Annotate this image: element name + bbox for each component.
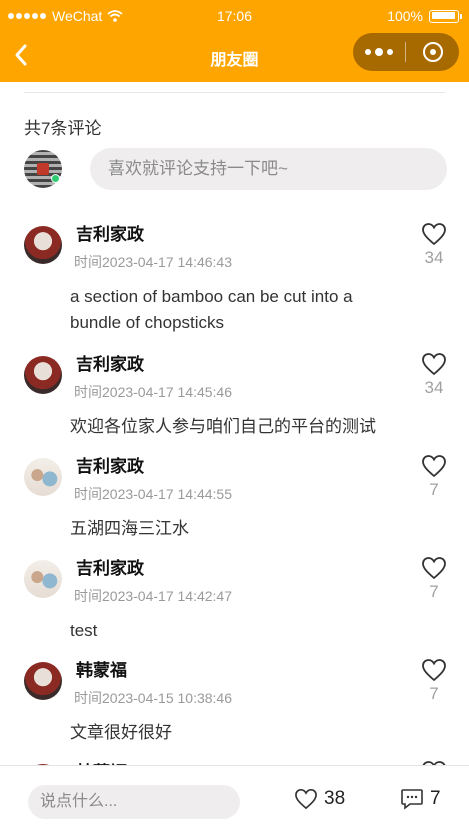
divider xyxy=(24,92,445,93)
avatar[interactable] xyxy=(24,226,62,264)
commenter-name: 韩蒙福 xyxy=(76,661,127,680)
like-count: 38 xyxy=(324,788,346,809)
comment-like-count: 7 xyxy=(429,480,439,499)
more-dot-icon xyxy=(365,49,371,55)
commenter-name: 韩蒙福 xyxy=(76,758,127,765)
comment-text: 文章很好很好 xyxy=(70,723,172,742)
comment-item: 韩蒙福时间2023-04-15 10:38:46 7 文章很好很好 xyxy=(0,646,469,748)
heart-icon xyxy=(295,789,317,810)
more-dot-icon xyxy=(375,48,383,56)
battery-percent: 100% xyxy=(387,8,423,24)
comment-list: 吉利家政 时间2023-04-17 14:46:43 34 a section of … xyxy=(0,210,469,765)
comment-icon xyxy=(401,789,423,810)
commenter-name: 吉利家政 xyxy=(76,457,144,476)
commenter-name: 吉利家政 xyxy=(76,355,144,374)
battery-icon xyxy=(429,9,462,23)
online-badge xyxy=(51,174,60,183)
more-button[interactable] xyxy=(353,33,405,71)
comment-count-label: 共7条评论 xyxy=(24,119,102,138)
comment-time: 时间2023-04-17 14:42:47 xyxy=(74,588,232,604)
comment-text: 欢迎各位家人参与咱们自己的平台的测试 xyxy=(70,417,376,436)
heart-icon xyxy=(422,557,446,580)
comment-like-button[interactable]: 7 xyxy=(421,658,447,704)
avatar[interactable] xyxy=(24,356,62,394)
comment-text: test xyxy=(70,621,98,640)
comment-time: 时间2023-04-15 10:38:46 xyxy=(74,690,232,706)
comment-item: 韩蒙福 xyxy=(0,748,469,765)
comment-time: 时间2023-04-17 14:46:43 xyxy=(74,254,232,270)
heart-icon xyxy=(422,353,446,376)
comment-like-count: 7 xyxy=(429,582,439,601)
heart-icon xyxy=(422,659,446,682)
heart-icon xyxy=(422,223,446,246)
avatar[interactable] xyxy=(24,560,62,598)
comment-time: 时间2023-04-17 14:45:46 xyxy=(74,384,232,400)
like-button[interactable]: 38 xyxy=(294,788,345,810)
comment-like-count: 7 xyxy=(429,684,439,703)
comment-item: 吉利家政时间2023-04-17 14:42:47 7 test xyxy=(0,544,469,646)
comment-like-button[interactable]: 7 xyxy=(421,556,447,602)
miniprogram-capsule xyxy=(353,33,459,71)
bottom-comment-input[interactable] xyxy=(28,785,240,819)
comment-count: 7 xyxy=(430,788,441,809)
comment-time: 时间2023-04-17 14:44:55 xyxy=(74,486,232,502)
comment-item: 吉利家政时间2023-04-17 14:45:46 34 欢迎各位家人参与咱们自己的… xyxy=(0,340,469,442)
comment-like-button[interactable]: 34 xyxy=(421,352,447,398)
nav-bar: 朋友圈 xyxy=(0,30,469,82)
target-icon xyxy=(422,42,443,62)
status-bar: WeChat 17:06 100% xyxy=(0,0,469,30)
close-miniprogram-button[interactable] xyxy=(406,33,459,71)
comment-compose-row xyxy=(24,148,447,190)
comment-like-count: 34 xyxy=(424,248,444,267)
comment-button[interactable]: 7 xyxy=(400,788,441,810)
comment-like-count: 34 xyxy=(424,378,444,397)
comment-item: 吉利家政时间2023-04-17 14:46:43 34 a section of … xyxy=(0,210,469,340)
comment-input[interactable] xyxy=(90,148,447,190)
battery-indicator: 100% xyxy=(387,8,462,24)
comment-text: 五湖四海三江水 xyxy=(70,519,189,538)
commenter-name: 吉利家政 xyxy=(76,225,144,244)
heart-icon xyxy=(422,455,446,478)
comment-like-button[interactable]: 34 xyxy=(421,222,447,268)
bottom-bar: 38 7 xyxy=(0,765,469,837)
avatar[interactable] xyxy=(24,662,62,700)
comment-like-button[interactable]: 7 xyxy=(421,454,447,500)
commenter-name: 吉利家政 xyxy=(76,559,144,578)
comment-text: a section of bamboo can be cut into a bu… xyxy=(70,287,353,332)
avatar[interactable] xyxy=(24,458,62,496)
more-dot-icon xyxy=(387,49,393,55)
comment-item: 吉利家政时间2023-04-17 14:44:55 7 五湖四海三江水 xyxy=(0,442,469,544)
